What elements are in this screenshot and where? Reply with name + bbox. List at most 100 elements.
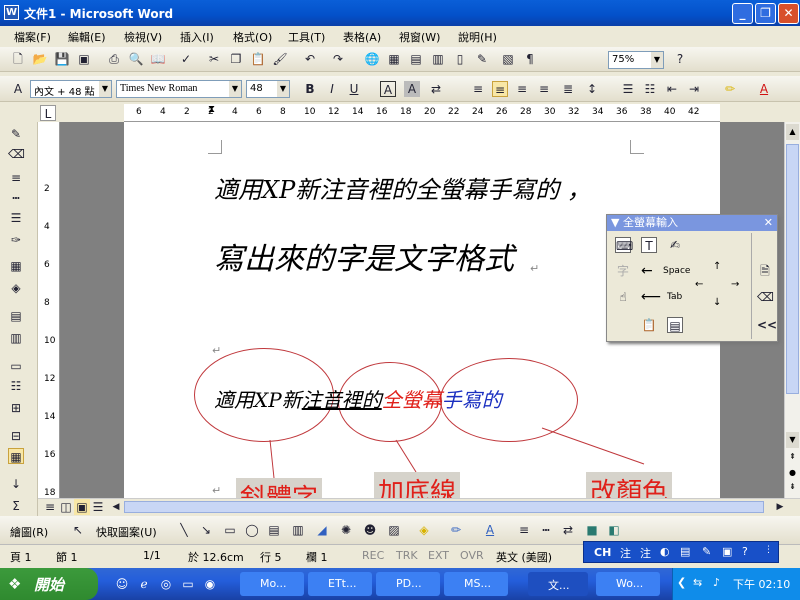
shading-icon[interactable]: ◈	[8, 280, 24, 296]
font-size-select[interactable]: 48 ▼	[246, 80, 290, 98]
research-icon[interactable]: 📖	[150, 51, 166, 67]
horizontal-scrollbar[interactable]: ≡ ◫ ▣ ☰ ◀ ▶	[38, 498, 800, 515]
textbox-icon[interactable]: ▤	[266, 522, 282, 538]
permission-icon[interactable]: ▣	[76, 51, 92, 67]
quicklaunch-icon[interactable]: ☺	[114, 576, 130, 592]
menu-file[interactable]: 檔案(F)	[14, 29, 51, 45]
menu-window[interactable]: 視窗(W)	[399, 29, 440, 45]
network-icon[interactable]: ⇆	[693, 576, 702, 589]
arrow-down-icon[interactable]: ↓	[713, 297, 721, 308]
menu-table[interactable]: 表格(A)	[343, 29, 381, 45]
task-button-active[interactable]: 文...	[528, 572, 588, 596]
indent-marker-icon[interactable]: ⧗	[208, 104, 215, 115]
word-app-icon[interactable]: W	[4, 5, 19, 20]
scroll-up-icon[interactable]: ▲	[786, 124, 799, 140]
space-button[interactable]: Space	[663, 266, 690, 276]
clock[interactable]: 下午 02:10	[733, 576, 790, 592]
line-icon[interactable]: ╲	[176, 522, 192, 538]
ime-char-icon[interactable]: 字	[615, 263, 631, 279]
underline-button[interactable]: U	[346, 81, 362, 97]
ime-menu-icon[interactable]: ▤	[667, 317, 683, 333]
save-icon[interactable]: 💾	[54, 51, 70, 67]
arrow-up-icon[interactable]: ↑	[713, 261, 721, 272]
char-scale-icon[interactable]: ⇄	[428, 81, 444, 97]
arrow-left-small-icon[interactable]: ←	[695, 279, 703, 290]
line-spacing-icon[interactable]: ↕	[584, 81, 600, 97]
panel-collapse-button[interactable]: <<	[757, 317, 777, 333]
tab-selector-icon[interactable]: L	[40, 105, 56, 121]
show-hide-icon[interactable]: ¶	[522, 51, 538, 67]
ime-pad-icon[interactable]: ▤	[680, 545, 690, 558]
vertical-textbox-icon[interactable]: ▥	[290, 522, 306, 538]
normal-view-icon[interactable]: ≡	[42, 499, 58, 515]
prev-page-icon[interactable]: ⇞	[786, 452, 799, 466]
ime-pen-icon[interactable]: ✍	[667, 237, 683, 253]
border-color-icon[interactable]: ✑	[8, 232, 24, 248]
ime-doc-icon[interactable]: 🗎	[757, 263, 773, 279]
justify-icon[interactable]: ≡	[536, 81, 552, 97]
document-map-icon[interactable]: ▧	[500, 51, 516, 67]
bold-button[interactable]: B	[302, 81, 318, 97]
autoformat-icon[interactable]: ⊟	[8, 428, 24, 444]
outline-view-icon[interactable]: ☰	[90, 499, 106, 515]
distribute-rows-icon[interactable]: ☷	[8, 378, 24, 394]
weight-icon[interactable]: ☰	[8, 210, 24, 226]
status-rec[interactable]: REC	[362, 549, 384, 562]
columns-icon[interactable]: ▯	[452, 51, 468, 67]
eraser-icon[interactable]: ⌫	[8, 146, 25, 162]
undo-icon[interactable]: ↶	[302, 51, 318, 67]
clipart-icon[interactable]: ☻	[362, 522, 378, 538]
align-cells-icon[interactable]: ▭	[8, 358, 24, 374]
ime-keyboard-icon[interactable]: ⌨	[615, 237, 633, 253]
arrow-style-icon[interactable]: ⇄	[560, 522, 576, 538]
ime-language[interactable]: CH	[594, 546, 611, 559]
desktop-icon[interactable]: ▭	[180, 576, 196, 592]
ime-pen-bar-icon[interactable]: ✎	[702, 545, 711, 558]
menu-edit[interactable]: 編輯(E)	[68, 29, 106, 45]
close-button[interactable]: ✕	[778, 3, 799, 24]
distributed-icon[interactable]: ≣	[560, 81, 576, 97]
horizontal-ruler[interactable]: 6 4 2 2 4 6 8 10 12 14 16 18 20 22 24 26 28 30 32 34 36 38 40 4…	[124, 104, 720, 122]
task-button[interactable]: Wo...	[596, 572, 660, 596]
scroll-right-icon[interactable]: ▶	[772, 499, 788, 515]
scroll-left-icon[interactable]: ◀	[108, 499, 124, 515]
styles-pane-icon[interactable]: A	[10, 81, 26, 97]
tables-borders-icon[interactable]: ▦	[386, 51, 402, 67]
align-center-icon[interactable]: ≡	[492, 81, 508, 97]
minimize-button[interactable]: _	[732, 3, 753, 24]
italic-button[interactable]: I	[324, 81, 340, 97]
spelling-icon[interactable]: ✓	[178, 51, 194, 67]
print-icon[interactable]: ⎙	[106, 51, 122, 67]
ime-hand-icon[interactable]: ☝	[615, 289, 631, 305]
tab-button[interactable]: Tab	[667, 292, 682, 302]
ime-mode2-icon[interactable]: 注	[640, 545, 651, 561]
insert-table-side-icon[interactable]: ▤	[8, 308, 24, 324]
new-document-icon[interactable]: 🗋	[10, 51, 26, 67]
rectangle-icon[interactable]: ▭	[222, 522, 238, 538]
cut-icon[interactable]: ✂	[206, 51, 222, 67]
sum-icon[interactable]: Σ	[8, 498, 24, 514]
media-icon[interactable]: ◉	[202, 576, 218, 592]
zoom-select[interactable]: 75% ▼	[608, 51, 664, 69]
arrow-right-icon[interactable]: →	[731, 279, 739, 290]
status-ovr[interactable]: OVR	[460, 549, 484, 562]
ime-screen-icon[interactable]: ▣	[722, 545, 732, 558]
print-preview-icon[interactable]: 🔍	[128, 51, 144, 67]
numbering-icon[interactable]: ☰	[620, 81, 636, 97]
diagram-icon[interactable]: ✺	[338, 522, 354, 538]
web-view-icon[interactable]: ◫	[58, 499, 74, 515]
menu-insert[interactable]: 插入(I)	[180, 29, 214, 45]
vertical-ruler[interactable]: 2 4 6 8 10 12 14 16 18	[38, 122, 60, 498]
ime-eraser-icon[interactable]: ⌫	[757, 289, 774, 305]
line-style-draw-icon[interactable]: ≡	[516, 522, 532, 538]
3d-icon[interactable]: ◧	[606, 522, 622, 538]
align-right-icon[interactable]: ≡	[514, 81, 530, 97]
maximize-button[interactable]: ❐	[755, 3, 776, 24]
status-trk[interactable]: TRK	[396, 549, 418, 562]
line-style-icon[interactable]: ≡	[8, 170, 24, 186]
status-ext[interactable]: EXT	[428, 549, 449, 562]
drawing-icon[interactable]: ✎	[474, 51, 490, 67]
print-view-icon[interactable]: ▣	[74, 499, 90, 515]
merge-cells-icon[interactable]: ▥	[8, 330, 24, 346]
menu-view[interactable]: 檢視(V)	[124, 29, 162, 45]
